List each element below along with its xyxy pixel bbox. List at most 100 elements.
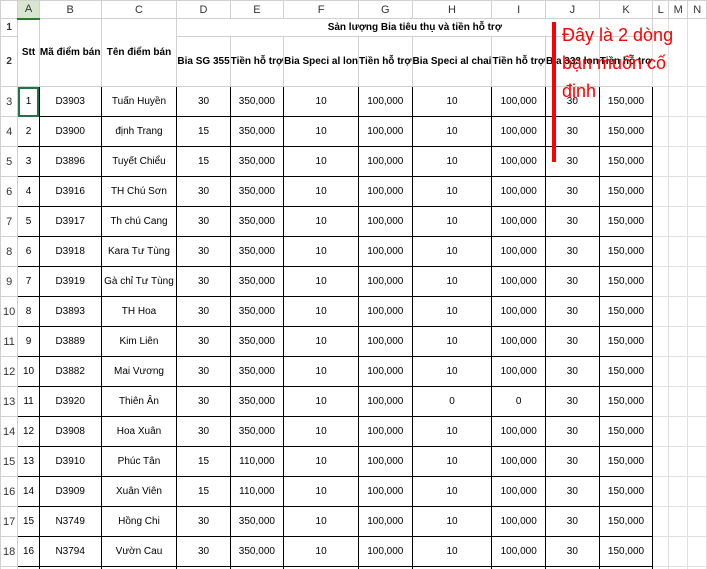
cell-tien-ho-tro-1[interactable]: 110,000 xyxy=(230,447,283,477)
cell-bia-special-chai[interactable]: 10 xyxy=(412,357,492,387)
cell-ten-diem-ban[interactable]: Kim Liên xyxy=(101,327,177,357)
cell-tien-ho-tro-4[interactable]: 150,000 xyxy=(599,207,652,237)
cell-N5[interactable] xyxy=(688,147,707,177)
cell-N8[interactable] xyxy=(688,237,707,267)
cell-ten-diem-ban[interactable]: Th chú Cang xyxy=(101,207,177,237)
cell-bia-sg-355[interactable]: 30 xyxy=(177,507,230,537)
cell-N16[interactable] xyxy=(688,477,707,507)
cell-bia-sg-355[interactable]: 30 xyxy=(177,417,230,447)
column-header-row[interactable]: A B C D E F G H I J K L M N xyxy=(1,1,707,19)
cell-tien-ho-tro-2[interactable]: 100,000 xyxy=(359,357,412,387)
cell-tien-ho-tro-1[interactable]: 350,000 xyxy=(230,207,283,237)
cell-M6[interactable] xyxy=(669,177,688,207)
col-header-C[interactable]: C xyxy=(101,1,177,19)
cell-ten-diem-ban[interactable]: Kara Tư Tùng xyxy=(101,237,177,267)
cell-tien-ho-tro-4[interactable]: 150,000 xyxy=(599,477,652,507)
cell-bia-special-chai[interactable]: 10 xyxy=(412,237,492,267)
cell-tien-ho-tro-3[interactable]: 100,000 xyxy=(492,297,545,327)
cell-tien-ho-tro-1[interactable]: 350,000 xyxy=(230,177,283,207)
row-header-14[interactable]: 14 xyxy=(1,417,18,447)
cell-tien-ho-tro-1[interactable]: 350,000 xyxy=(230,537,283,567)
cell-tien-ho-tro-1[interactable]: 350,000 xyxy=(230,147,283,177)
cell-N15[interactable] xyxy=(688,447,707,477)
cell-M4[interactable] xyxy=(669,117,688,147)
cell-L4[interactable] xyxy=(653,117,669,147)
row-header-9[interactable]: 9 xyxy=(1,267,18,297)
col-header-D[interactable]: D xyxy=(177,1,230,19)
cell-N6[interactable] xyxy=(688,177,707,207)
cell-bia-sg-355[interactable]: 15 xyxy=(177,147,230,177)
cell-tien-ho-tro-3[interactable]: 100,000 xyxy=(492,447,545,477)
row-header-13[interactable]: 13 xyxy=(1,387,18,417)
cell-M9[interactable] xyxy=(669,267,688,297)
cell-tien-ho-tro-4[interactable]: 150,000 xyxy=(599,237,652,267)
cell-tien-ho-tro-2[interactable]: 100,000 xyxy=(359,447,412,477)
cell-tien-ho-tro-3[interactable]: 100,000 xyxy=(492,477,545,507)
cell-bia-333-lon[interactable]: 30 xyxy=(545,327,599,357)
row-header-18[interactable]: 18 xyxy=(1,537,18,567)
col-header-G[interactable]: G xyxy=(359,1,412,19)
cell-tien-ho-tro-4[interactable]: 150,000 xyxy=(599,177,652,207)
cell-L15[interactable] xyxy=(653,447,669,477)
cell-tien-ho-tro-1[interactable]: 350,000 xyxy=(230,297,283,327)
header-bia-special-lon[interactable]: Bia Speci al lon xyxy=(284,37,359,87)
cell-bia-special-lon[interactable]: 10 xyxy=(284,417,359,447)
cell-bia-sg-355[interactable]: 15 xyxy=(177,477,230,507)
cell-ten-diem-ban[interactable]: Tuấn Huyền xyxy=(101,87,177,117)
row-header-3[interactable]: 3 xyxy=(1,87,18,117)
cell-M7[interactable] xyxy=(669,207,688,237)
cell-bia-333-lon[interactable]: 30 xyxy=(545,267,599,297)
cell-bia-special-lon[interactable]: 10 xyxy=(284,147,359,177)
row-header-17[interactable]: 17 xyxy=(1,507,18,537)
cell-N10[interactable] xyxy=(688,297,707,327)
cell-tien-ho-tro-2[interactable]: 100,000 xyxy=(359,477,412,507)
cell-tien-ho-tro-2[interactable]: 100,000 xyxy=(359,507,412,537)
cell-bia-333-lon[interactable]: 30 xyxy=(545,477,599,507)
cell-ten-diem-ban[interactable]: Gà chỉ Tư Tùng xyxy=(101,267,177,297)
cell-tien-ho-tro-2[interactable]: 100,000 xyxy=(359,87,412,117)
cell-bia-sg-355[interactable]: 30 xyxy=(177,177,230,207)
cell-tien-ho-tro-4[interactable]: 150,000 xyxy=(599,537,652,567)
header-tien-ho-tro-1[interactable]: Tiền hỗ trợ xyxy=(230,37,283,87)
cell-bia-sg-355[interactable]: 30 xyxy=(177,237,230,267)
cell-bia-special-chai[interactable]: 10 xyxy=(412,507,492,537)
cell-N4[interactable] xyxy=(688,117,707,147)
cell-tien-ho-tro-1[interactable]: 350,000 xyxy=(230,327,283,357)
cell-N12[interactable] xyxy=(688,357,707,387)
cell-bia-333-lon[interactable]: 30 xyxy=(545,417,599,447)
cell-tien-ho-tro-1[interactable]: 350,000 xyxy=(230,237,283,267)
cell-bia-special-lon[interactable]: 10 xyxy=(284,87,359,117)
cell-bia-special-chai[interactable]: 10 xyxy=(412,267,492,297)
cell-tien-ho-tro-2[interactable]: 100,000 xyxy=(359,177,412,207)
cell-bia-special-lon[interactable]: 10 xyxy=(284,537,359,567)
cell-stt[interactable]: 14 xyxy=(18,477,40,507)
col-header-L[interactable]: L xyxy=(653,1,669,19)
cell-stt[interactable]: 6 xyxy=(18,237,40,267)
row-header-8[interactable]: 8 xyxy=(1,237,18,267)
cell-stt[interactable]: 7 xyxy=(18,267,40,297)
cell-ma-diem-ban[interactable]: D3908 xyxy=(39,417,101,447)
cell-ma-diem-ban[interactable]: D3917 xyxy=(39,207,101,237)
cell-tien-ho-tro-4[interactable]: 150,000 xyxy=(599,417,652,447)
cell-L9[interactable] xyxy=(653,267,669,297)
col-header-J[interactable]: J xyxy=(545,1,599,19)
cell-bia-333-lon[interactable]: 30 xyxy=(545,207,599,237)
cell-tien-ho-tro-3[interactable]: 100,000 xyxy=(492,327,545,357)
row-header-4[interactable]: 4 xyxy=(1,117,18,147)
cell-tien-ho-tro-1[interactable]: 350,000 xyxy=(230,387,283,417)
cell-bia-special-chai[interactable]: 10 xyxy=(412,207,492,237)
row-header-15[interactable]: 15 xyxy=(1,447,18,477)
cell-tien-ho-tro-3[interactable]: 100,000 xyxy=(492,507,545,537)
cell-ten-diem-ban[interactable]: Vườn Cau xyxy=(101,537,177,567)
cell-ten-diem-ban[interactable]: Hồng Chi xyxy=(101,507,177,537)
cell-bia-sg-355[interactable]: 30 xyxy=(177,537,230,567)
cell-tien-ho-tro-1[interactable]: 350,000 xyxy=(230,417,283,447)
row-header-10[interactable]: 10 xyxy=(1,297,18,327)
header-stt[interactable]: Stt xyxy=(18,19,40,87)
row-header-6[interactable]: 6 xyxy=(1,177,18,207)
cell-bia-special-chai[interactable]: 10 xyxy=(412,537,492,567)
cell-tien-ho-tro-1[interactable]: 350,000 xyxy=(230,87,283,117)
col-header-E[interactable]: E xyxy=(230,1,283,19)
cell-ten-diem-ban[interactable]: định Trang xyxy=(101,117,177,147)
cell-bia-special-chai[interactable]: 10 xyxy=(412,477,492,507)
